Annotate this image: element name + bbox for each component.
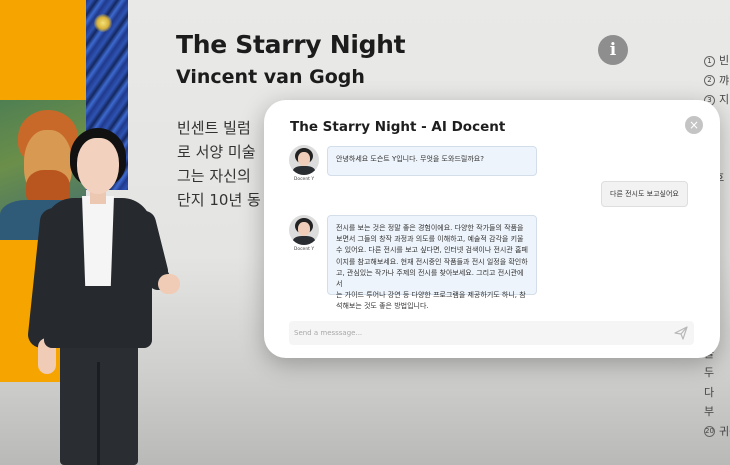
timeline-item: 2꺄 <box>704 72 730 92</box>
message-line: 수 있어요. 다른 전시를 보고 싶다면, 인터넷 검색이나 전시관 홈페 <box>336 246 528 255</box>
user-message-bubble: 다른 전시도 보고싶어요 <box>601 181 688 207</box>
close-icon[interactable]: × <box>685 116 703 134</box>
message-line: 고, 관심있는 작가나 주제의 전시를 찾아보세요. 그리고 전시관에서 <box>336 268 524 289</box>
timeline-item-text: 부 <box>704 405 715 418</box>
info-icon[interactable]: i <box>598 35 628 65</box>
docent-avatar-icon <box>289 215 319 245</box>
chat-title: The Starry Night - AI Docent <box>290 119 506 135</box>
timeline-item-text: 빈 <box>719 54 730 67</box>
timeline-item-text: 꺄 <box>719 73 730 87</box>
description-line: 단지 10년 동 <box>177 191 261 209</box>
timeline-item-number: 1 <box>704 55 715 67</box>
timeline-item-text: 다 <box>704 385 715 399</box>
ai-docent-chat-dialog: The Starry Night - AI Docent × Docent Y … <box>264 100 720 358</box>
timeline-item-number: 2 <box>704 75 715 86</box>
timeline-item: 다 <box>704 384 730 404</box>
message-input-bar <box>289 321 694 345</box>
bot-message-bubble: 전시를 보는 것은 정말 좋은 경험이에요. 다양한 작가들의 작품을 보면서 … <box>327 215 537 310</box>
send-icon[interactable] <box>673 325 689 341</box>
message-line: 보면서 그들의 창작 과정과 의도를 이해하고, 예술적 감각을 키울 <box>336 235 524 244</box>
message-line: 전시를 보는 것은 정말 좋은 경험이에요. 다양한 작가들의 작품을 <box>336 224 524 232</box>
timeline-item: 두 <box>704 364 730 384</box>
timeline-item: 1빈 <box>704 52 730 72</box>
timeline-item-text: 두 <box>704 366 715 379</box>
timeline-item-number: 20 <box>704 426 715 437</box>
timeline-item-text: 귀를 자 <box>719 424 730 438</box>
artwork-title: The Starry Night <box>176 30 406 59</box>
timeline-item: 부 <box>704 403 730 423</box>
message-line: 는 가이드 투어나 강연 등 다양한 프로그램을 제공하기도 하니, 참 <box>336 291 526 300</box>
timeline-item: 20 귀를 자 <box>704 423 730 443</box>
artist-name: Vincent van Gogh <box>176 66 365 88</box>
description-line: 로 서양 미술 <box>177 143 256 161</box>
docent-avatar <box>26 128 190 465</box>
message-line: 이지를 참고해보세요. 현재 전시중인 작품들과 전시 일정을 확인하 <box>336 257 528 266</box>
artwork-description: 빈센트 빌럼 로 서양 미술 그는 자신의 단지 10년 동 <box>177 116 272 212</box>
docent-avatar-icon <box>289 145 319 175</box>
message-input[interactable] <box>289 321 659 345</box>
description-line: 그는 자신의 <box>177 167 251 185</box>
bot-name-label: Docent Y <box>293 247 315 252</box>
bot-message-bubble: 안녕하세요 도슨트 Y입니다. 무엇을 도와드릴까요? <box>327 146 537 176</box>
timeline-item-text: 지 <box>719 93 730 106</box>
bot-name-label: Docent Y <box>293 177 315 182</box>
description-line: 빈센트 빌럼 <box>177 119 251 137</box>
message-line: 석해보는 것도 좋은 방법입니다. <box>336 302 429 311</box>
